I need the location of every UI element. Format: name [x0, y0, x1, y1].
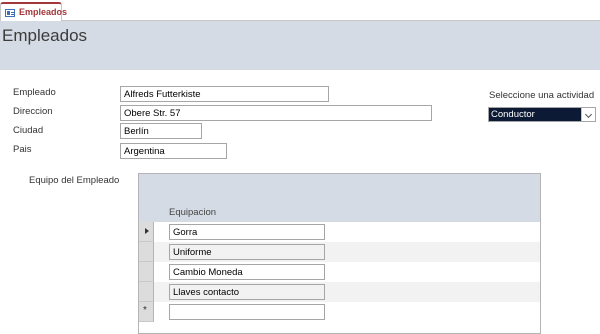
equipacion-column-header: Equipacion [169, 207, 217, 218]
equipacion-cell[interactable]: Gorra [169, 224, 325, 240]
equipacion-cell[interactable]: Llaves contacto [169, 284, 325, 300]
tab-empleados[interactable]: Empleados [0, 2, 67, 22]
equipacion-cell[interactable]: Cambio Moneda [169, 264, 325, 280]
table-row[interactable]: Uniforme [139, 242, 540, 262]
actividad-combo[interactable]: Conductor [488, 107, 596, 122]
record-selector[interactable] [139, 242, 154, 262]
empleado-label: Empleado [13, 87, 56, 98]
record-selector[interactable] [139, 282, 154, 302]
record-selector-current-icon[interactable] [139, 222, 154, 242]
pais-label: Pais [13, 144, 32, 155]
pais-field[interactable]: Argentina [120, 143, 227, 159]
document-tab-bar: Empleados [0, 0, 600, 22]
new-record-row[interactable]: * [139, 302, 540, 322]
table-row[interactable]: Llaves contacto [139, 282, 540, 302]
tab-label: Empleados [19, 7, 68, 17]
table-row[interactable]: Cambio Moneda [139, 262, 540, 282]
form-icon [5, 9, 15, 17]
ciudad-field[interactable]: Berlín [120, 123, 202, 139]
equipacion-cell[interactable] [169, 304, 325, 320]
page-title: Empleados [2, 26, 88, 45]
direccion-field[interactable]: Obere Str. 57 [120, 105, 432, 121]
equipo-subform: Equipacion Gorra Uniforme Cambio Moneda … [138, 173, 541, 334]
actividad-label: Seleccione una actividad [489, 90, 595, 101]
new-record-icon: * [143, 305, 147, 316]
direccion-label: Direccion [13, 106, 53, 117]
table-row[interactable]: Gorra [139, 222, 540, 242]
record-selector[interactable] [139, 262, 154, 282]
empleado-field[interactable]: Alfreds Futterkiste [120, 86, 329, 102]
subform-header: Equipacion [139, 174, 540, 222]
equipacion-cell[interactable]: Uniforme [169, 244, 325, 260]
chevron-down-icon[interactable] [581, 108, 595, 121]
actividad-selected-value[interactable]: Conductor [489, 108, 581, 121]
ciudad-label: Ciudad [13, 125, 44, 136]
record-selector-new[interactable]: * [139, 302, 154, 322]
form-header: Empleados [0, 21, 600, 70]
equipo-label: Equipo del Empleado [29, 175, 120, 186]
